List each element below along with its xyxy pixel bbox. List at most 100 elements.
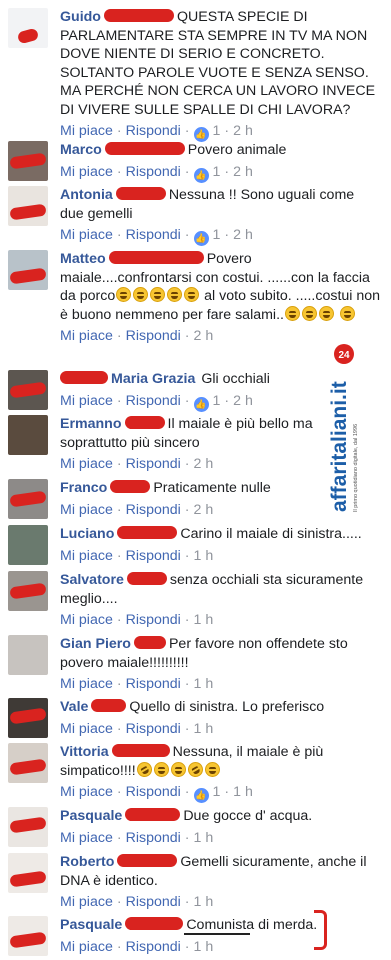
comment-author[interactable]: Vale	[60, 699, 88, 715]
laughing-emoji-icon	[204, 761, 220, 777]
reply-link[interactable]: Rispondi	[126, 393, 181, 409]
timestamp[interactable]: 2 h	[233, 164, 253, 180]
avatar[interactable]	[8, 141, 48, 181]
reply-link[interactable]: Rispondi	[126, 164, 181, 180]
comment-author[interactable]: Matteo	[60, 251, 106, 267]
comment-author[interactable]: Franco	[60, 480, 107, 496]
timestamp[interactable]: 1 h	[194, 676, 214, 692]
timestamp[interactable]: 2 h	[233, 393, 253, 409]
laughing-emoji-icon	[184, 287, 200, 302]
comment-author[interactable]: Antonia	[60, 187, 113, 203]
comment: Antonia Nessuna !! Sono uguali come due g…	[0, 182, 391, 248]
reply-link[interactable]: Rispondi	[126, 328, 181, 344]
comment-author[interactable]: Pasquale	[60, 808, 122, 824]
thumbs-up-icon: 👍	[193, 167, 209, 183]
comment-text: Salvatore senza occhiali sta sicuramente …	[60, 571, 381, 608]
reply-link[interactable]: Rispondi	[126, 612, 181, 628]
like-count[interactable]: 1	[213, 164, 221, 180]
comment-author[interactable]: Maria Grazia	[111, 371, 195, 387]
reply-link[interactable]: Rispondi	[126, 676, 181, 692]
like-link[interactable]: Mi piace	[60, 164, 113, 180]
like-link[interactable]: Mi piace	[60, 676, 113, 692]
like-link[interactable]: Mi piace	[60, 612, 113, 628]
comment-actions: Mi piace · Rispondi · 👍 1 · 2 h	[60, 226, 381, 246]
comment-actions: Mi piace · Rispondi · 1 h	[60, 829, 214, 846]
redaction-mark	[117, 526, 178, 539]
reply-link[interactable]: Rispondi	[126, 894, 181, 910]
comment-author[interactable]: Luciano	[60, 526, 114, 542]
avatar[interactable]	[8, 415, 48, 455]
like-count[interactable]: 1	[213, 393, 221, 409]
comment-actions: Mi piace · Rispondi · 1 h	[60, 612, 214, 628]
annotation-underline	[184, 933, 250, 935]
like-link[interactable]: Mi piace	[60, 227, 113, 243]
avatar[interactable]	[8, 916, 48, 956]
rolling-laughing-emoji-icon	[133, 758, 155, 780]
timestamp[interactable]: 1 h	[194, 894, 214, 910]
reply-link[interactable]: Rispondi	[126, 227, 181, 243]
like-link[interactable]: Mi piace	[60, 721, 113, 737]
like-link[interactable]: Mi piace	[60, 456, 113, 472]
reply-link[interactable]: Rispondi	[126, 721, 181, 737]
avatar[interactable]	[8, 635, 48, 675]
timestamp[interactable]: 1 h	[194, 548, 214, 564]
reply-link[interactable]: Rispondi	[126, 939, 181, 955]
logo-brand: affaritaliani.it	[328, 381, 351, 512]
thumbs-up-icon: 👍	[193, 396, 209, 412]
laughing-emoji-icon	[167, 287, 183, 302]
comment-author[interactable]: Roberto	[60, 854, 114, 870]
comment: Pasquale Comunista di merda. Mi piace · Ris…	[0, 912, 391, 960]
comment-author[interactable]: Salvatore	[60, 572, 124, 588]
timestamp[interactable]: 2 h	[194, 502, 214, 518]
timestamp[interactable]: 2 h	[194, 456, 214, 472]
avatar[interactable]	[8, 525, 48, 565]
like-link[interactable]: Mi piace	[60, 784, 113, 800]
comment-actions: Mi piace · Rispondi · 👍 1 · 2 h	[60, 163, 381, 183]
avatar[interactable]	[8, 186, 48, 226]
comment-author[interactable]: Guido	[60, 9, 101, 25]
like-count[interactable]: 1	[213, 227, 221, 243]
like-link[interactable]: Mi piace	[60, 502, 113, 518]
redaction-mark	[108, 251, 204, 264]
laughing-emoji-icon	[301, 305, 317, 321]
like-link[interactable]: Mi piace	[60, 830, 113, 846]
like-link[interactable]: Mi piace	[60, 548, 113, 564]
avatar[interactable]	[8, 250, 48, 290]
avatar[interactable]	[8, 698, 48, 738]
comment-body: Praticamente nulle	[153, 480, 271, 496]
comment-body: Due gocce d' acqua.	[183, 808, 313, 824]
comment-body: Gli occhiali	[201, 371, 270, 387]
timestamp[interactable]: 2 h	[233, 227, 253, 243]
reply-link[interactable]: Rispondi	[126, 502, 181, 518]
comment-text: Pasquale Due gocce d' acqua.	[60, 807, 381, 826]
avatar[interactable]	[8, 571, 48, 611]
timestamp[interactable]: 1 h	[233, 784, 253, 800]
avatar[interactable]	[8, 479, 48, 519]
avatar[interactable]	[8, 743, 48, 783]
reply-link[interactable]: Rispondi	[126, 548, 181, 564]
reply-link[interactable]: Rispondi	[126, 784, 181, 800]
comment-author[interactable]: Pasquale	[60, 917, 122, 933]
comment: Salvatore senza occhiali sta sicuramente …	[0, 567, 391, 633]
redaction-mark	[125, 808, 181, 821]
like-link[interactable]: Mi piace	[60, 894, 113, 910]
like-count[interactable]: 1	[213, 784, 221, 800]
timestamp[interactable]: 1 h	[194, 612, 214, 628]
avatar[interactable]	[8, 8, 48, 48]
comment-author[interactable]: Vittoria	[60, 744, 109, 760]
comment-author[interactable]: Marco	[60, 142, 102, 158]
comment-author[interactable]: Ermanno	[60, 416, 122, 432]
timestamp[interactable]: 1 h	[194, 830, 214, 846]
reply-link[interactable]: Rispondi	[126, 456, 181, 472]
avatar[interactable]	[8, 807, 48, 847]
timestamp[interactable]: 2 h	[194, 328, 214, 344]
like-link[interactable]: Mi piace	[60, 939, 113, 955]
timestamp[interactable]: 1 h	[194, 939, 214, 955]
like-link[interactable]: Mi piace	[60, 393, 113, 409]
like-link[interactable]: Mi piace	[60, 328, 113, 344]
avatar[interactable]	[8, 370, 48, 410]
timestamp[interactable]: 1 h	[194, 721, 214, 737]
reply-link[interactable]: Rispondi	[126, 830, 181, 846]
avatar[interactable]	[8, 853, 48, 893]
comment-author[interactable]: Gian Piero	[60, 636, 131, 652]
